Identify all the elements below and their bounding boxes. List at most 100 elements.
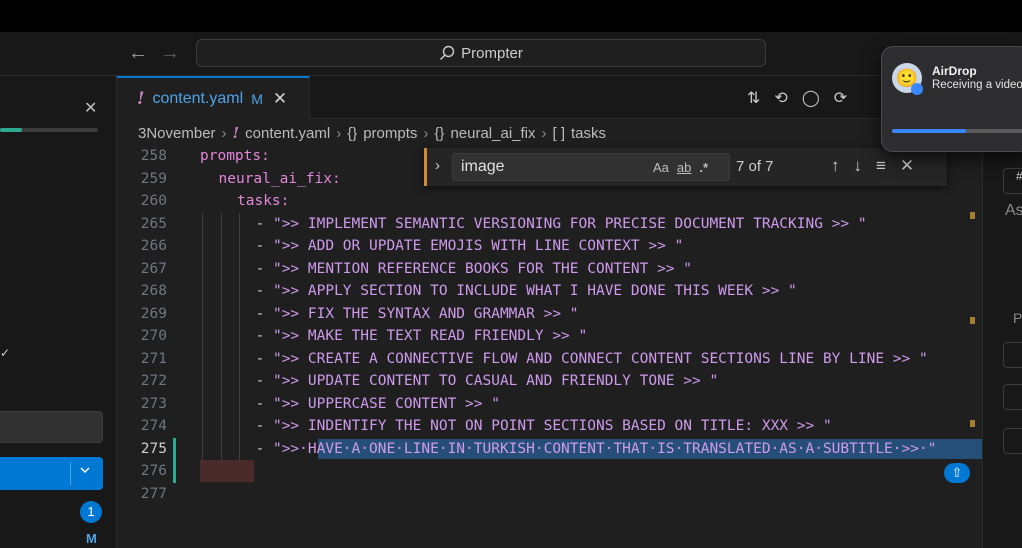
line-number: 269 bbox=[140, 305, 167, 322]
tab-content-yaml[interactable]: ! content.yaml M ✕ bbox=[117, 76, 310, 119]
find-query: image bbox=[461, 158, 505, 175]
match-case-toggle[interactable]: Aa bbox=[653, 160, 669, 175]
close-icon[interactable]: ✕ bbox=[84, 98, 97, 118]
code-line[interactable]: 268 - ">> APPLY SECTION TO INCLUDE WHAT I… bbox=[117, 283, 967, 305]
array-icon: [ ] bbox=[552, 124, 566, 142]
scroll-to-cursor-icon[interactable]: ⇧ bbox=[944, 463, 970, 483]
panel-label-as: As bbox=[1005, 202, 1022, 219]
line-number: 275 bbox=[140, 440, 167, 457]
yaml-file-icon: ! bbox=[232, 124, 240, 142]
breadcrumb-chevron-icon: › bbox=[541, 124, 547, 142]
code-text: - ">> ADD OR UPDATE EMOJIS WITH LINE CON… bbox=[255, 238, 684, 254]
code-line[interactable]: 272 - ">> UPDATE CONTENT TO CASUAL AND FR… bbox=[117, 373, 967, 395]
airdrop-progress bbox=[892, 129, 1022, 133]
find-widget: › image Aa ab .* 7 of 7 ↑ ↓ ≡ ✕ bbox=[424, 148, 947, 186]
code-line[interactable]: 273 - ">> UPPERCASE CONTENT >> " bbox=[117, 396, 967, 418]
sidebar: ✕ ✓ 1 M bbox=[0, 76, 117, 548]
line-number: 267 bbox=[140, 260, 167, 277]
match-count: 7 of 7 bbox=[736, 158, 774, 175]
line-number: 271 bbox=[140, 350, 167, 367]
line-number: 272 bbox=[140, 373, 167, 389]
code-text: - ">> INDENTIFY THE NOT ON POINT SECTION… bbox=[255, 418, 832, 434]
breadcrumb-folder[interactable]: 3November bbox=[138, 125, 216, 142]
code-text: prompts: bbox=[200, 148, 270, 164]
code-line[interactable]: 266 - ">> ADD OR UPDATE EMOJIS WITH LINE … bbox=[117, 238, 967, 260]
modified-marker: M bbox=[86, 531, 97, 546]
previous-change-icon[interactable]: ⟲ bbox=[774, 88, 787, 108]
line-number: 273 bbox=[140, 395, 167, 412]
breadcrumb-file[interactable]: content.yaml bbox=[245, 125, 330, 142]
yaml-file-icon: ! bbox=[137, 88, 145, 109]
chevron-down-icon[interactable]: ✓ bbox=[0, 346, 10, 360]
object-icon: {} bbox=[347, 124, 358, 142]
close-find-icon[interactable]: ✕ bbox=[900, 156, 914, 176]
search-icon bbox=[440, 45, 455, 60]
code-line[interactable]: 274 - ">> INDENTIFY THE NOT ON POINT SECT… bbox=[117, 418, 967, 440]
code-text: - ">> UPPERCASE CONTENT >> " bbox=[255, 395, 500, 412]
line-number: 265 bbox=[140, 215, 167, 232]
chevron-down-icon[interactable] bbox=[78, 463, 92, 477]
airdrop-progress-fill bbox=[892, 129, 967, 133]
compare-changes-icon[interactable]: ⇅ bbox=[747, 88, 760, 108]
code-line[interactable]: 260 tasks: bbox=[117, 193, 967, 215]
close-tab-icon[interactable]: ✕ bbox=[273, 89, 287, 109]
code-line[interactable]: 265 - ">> IMPLEMENT SEMANTIC VERSIONING F… bbox=[117, 216, 967, 238]
comment-icon[interactable] bbox=[1003, 384, 1022, 410]
commit-button[interactable] bbox=[0, 457, 103, 490]
breadcrumb-neural-ai-fix[interactable]: neural_ai_fix bbox=[450, 125, 535, 142]
commit-dot-icon[interactable]: ◯ bbox=[802, 88, 820, 108]
back-arrow-icon[interactable]: ← bbox=[128, 42, 148, 65]
notification-title: AirDrop bbox=[932, 64, 977, 78]
breadcrumb-chevron-icon: › bbox=[336, 124, 342, 142]
comment-icon[interactable] bbox=[1003, 428, 1022, 454]
toggle-replace-chevron-icon[interactable]: › bbox=[435, 157, 440, 174]
command-center-search[interactable]: Prompter bbox=[196, 39, 766, 67]
code-text: neural_ai_fix: bbox=[218, 170, 341, 187]
code-text: - ">> MENTION REFERENCE BOOKS FOR THE CO… bbox=[255, 260, 693, 277]
code-text: - ">> MAKE THE TEXT READ FRIENDLY >> " bbox=[255, 328, 588, 344]
code-line[interactable]: 277 bbox=[117, 486, 967, 508]
indent-guide bbox=[202, 212, 203, 460]
comment-icon[interactable] bbox=[1003, 342, 1022, 368]
code-line[interactable]: 269 - ">> FIX THE SYNTAX AND GRAMMAR >> " bbox=[117, 306, 967, 328]
airdrop-notification[interactable]: 🙂 AirDrop Receiving a video bbox=[881, 46, 1022, 152]
code-text: - ">> UPDATE CONTENT TO CASUAL AND FRIEN… bbox=[255, 373, 719, 389]
line-number: 268 bbox=[140, 283, 167, 299]
breadcrumb: 3November › ! content.yaml › {} prompts … bbox=[138, 124, 606, 142]
line-number: 258 bbox=[140, 148, 167, 164]
panel-label-p: P bbox=[1013, 310, 1022, 326]
editor-actions: ⇅ ⟲ ◯ ⟳ bbox=[747, 88, 847, 108]
code-line[interactable]: 270 - ">> MAKE THE TEXT READ FRIENDLY >> … bbox=[117, 328, 967, 350]
message-input[interactable] bbox=[0, 411, 103, 443]
find-input[interactable]: image Aa ab .* bbox=[452, 153, 730, 181]
notification-subtitle: Receiving a video bbox=[932, 79, 1022, 91]
breadcrumb-tasks[interactable]: tasks bbox=[571, 125, 606, 142]
line-number: 274 bbox=[140, 418, 167, 434]
previous-match-arrow-up-icon[interactable]: ↑ bbox=[831, 156, 840, 176]
forward-arrow-icon[interactable]: → bbox=[160, 42, 180, 65]
code-text: - ">>·HAVE·A·ONE·LINE·IN·TURKISH·CONTENT… bbox=[255, 440, 937, 457]
breadcrumb-prompts[interactable]: prompts bbox=[363, 125, 417, 142]
code-text: - ">> CREATE A CONNECTIVE FLOW AND CONNE… bbox=[255, 350, 928, 367]
next-change-icon[interactable]: ⟳ bbox=[834, 88, 847, 108]
sidebar-progress-fill bbox=[0, 128, 22, 132]
code-text: - ">> APPLY SECTION TO INCLUDE WHAT I HA… bbox=[255, 283, 797, 299]
search-label: Prompter bbox=[461, 44, 523, 62]
object-icon: {} bbox=[434, 124, 445, 142]
title-bar: ← → Prompter bbox=[0, 32, 1022, 76]
tab-filename: content.yaml bbox=[152, 89, 244, 107]
find-in-selection-icon[interactable]: ≡ bbox=[876, 156, 886, 176]
line-number: 276 bbox=[140, 463, 167, 479]
whole-word-toggle[interactable]: ab bbox=[677, 160, 691, 175]
next-match-arrow-down-icon[interactable]: ↓ bbox=[854, 156, 863, 176]
code-editor[interactable]: 258 prompts: 259 neural_ai_fix: 260 tasks: 265… bbox=[117, 146, 985, 548]
breadcrumb-chevron-icon: › bbox=[423, 124, 429, 142]
code-text: - ">> FIX THE SYNTAX AND GRAMMAR >> " bbox=[255, 305, 579, 322]
hash-chip[interactable]: # bbox=[1003, 168, 1022, 194]
line-number: 270 bbox=[140, 328, 167, 344]
code-line[interactable]: 271 - ">> CREATE A CONNECTIVE FLOW AND CO… bbox=[117, 351, 967, 373]
sidebar-progress bbox=[0, 128, 98, 132]
regex-toggle[interactable]: .* bbox=[699, 160, 708, 175]
code-line[interactable]: 267 - ">> MENTION REFERENCE BOOKS FOR THE… bbox=[117, 261, 967, 283]
line-number: 277 bbox=[140, 485, 167, 502]
